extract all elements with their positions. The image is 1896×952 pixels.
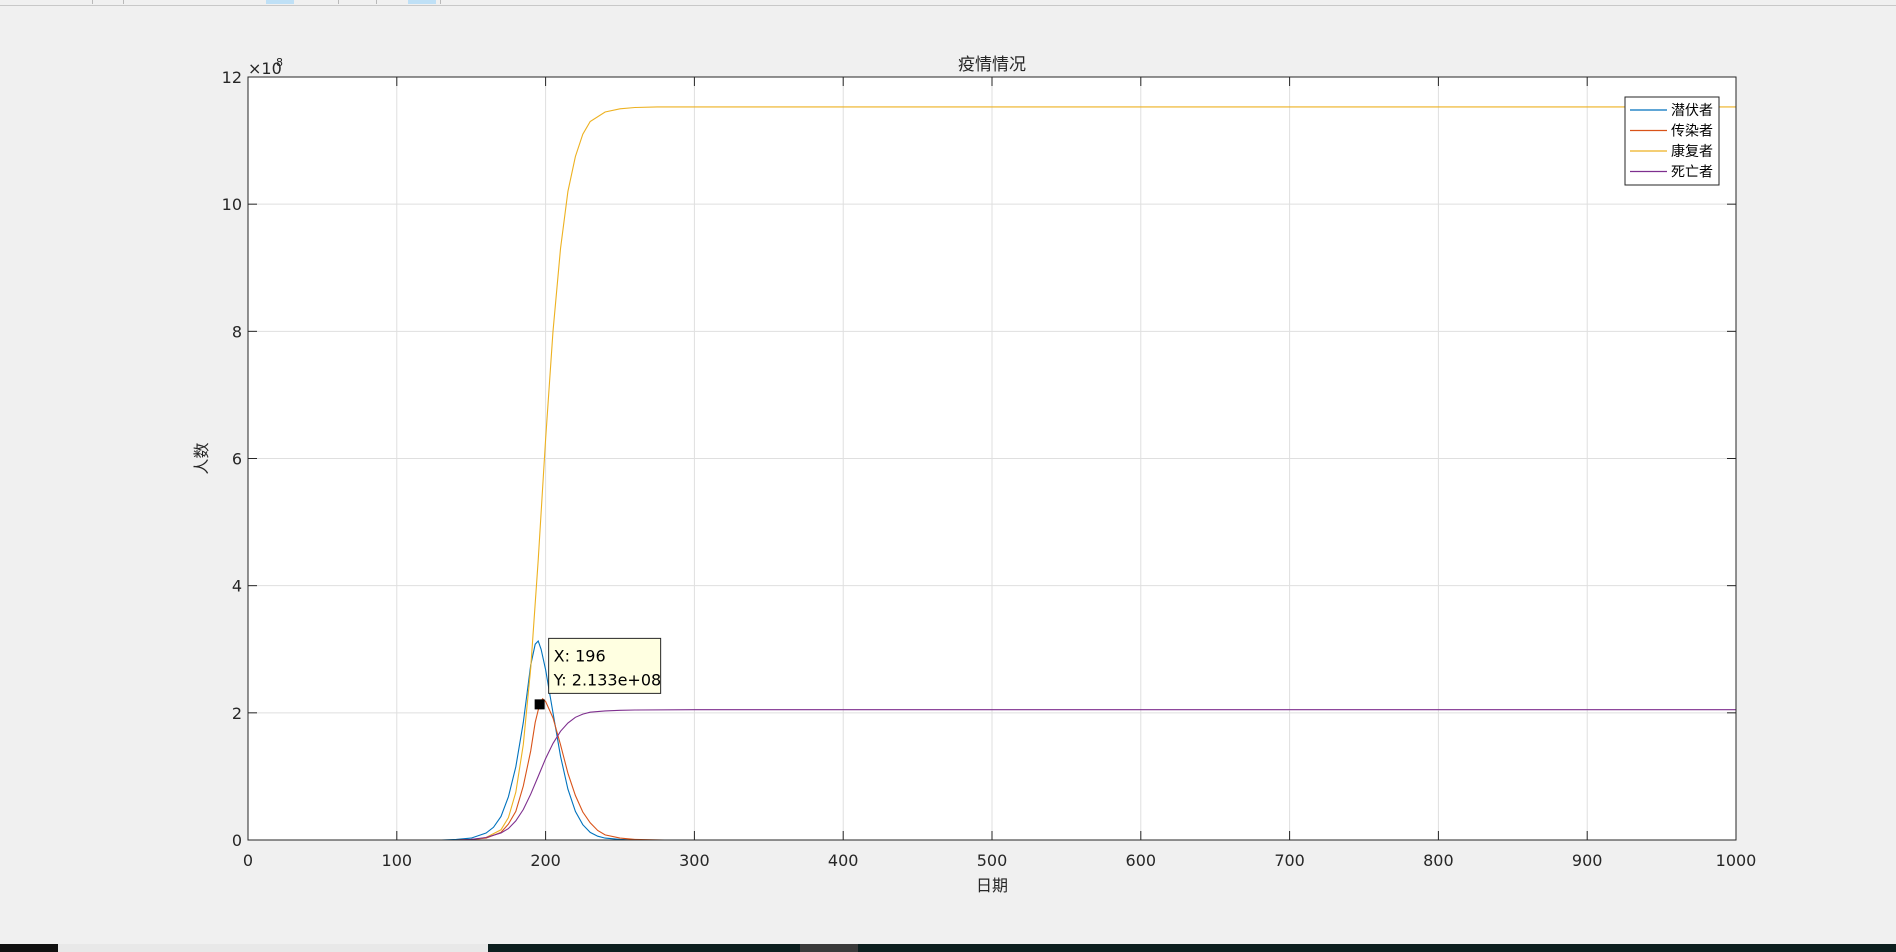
- legend-entry: 潜伏者: [1671, 103, 1713, 119]
- legend[interactable]: 潜伏者传染者康复者死亡者: [1624, 96, 1720, 186]
- y-tick-label: 4: [232, 577, 242, 596]
- toolbar-selected-item[interactable]: [266, 0, 294, 4]
- y-tick-label: 12: [222, 68, 242, 87]
- taskbar-start[interactable]: [0, 944, 58, 952]
- legend-entry: 死亡者: [1671, 165, 1713, 181]
- x-tick-label: 800: [1423, 851, 1454, 870]
- datatip-marker[interactable]: [534, 699, 545, 710]
- x-tick-label: 900: [1572, 851, 1603, 870]
- x-tick-label: 200: [530, 851, 561, 870]
- figure-canvas[interactable]: 0 100 200 300 400 500 600 700 800 900 1000 0 2 4 6 8 10 1…: [0, 6, 1896, 944]
- y-axis-exponent: 8: [276, 56, 283, 69]
- x-tick-label: 300: [679, 851, 710, 870]
- datatip-x-value: X: 196: [554, 646, 606, 665]
- toolbar-tab[interactable]: [0, 0, 93, 4]
- x-tick-label: 600: [1126, 851, 1157, 870]
- taskbar-active-app[interactable]: [800, 944, 858, 952]
- y-tick-label: 2: [232, 704, 242, 723]
- y-tick-label: 0: [232, 831, 242, 850]
- toolbar-tab[interactable]: [400, 0, 441, 4]
- toolbar-tab[interactable]: [340, 0, 377, 4]
- chart-title: 疫情情况: [958, 55, 1026, 75]
- toolbar-tab[interactable]: [93, 0, 124, 4]
- x-tick-label: 500: [977, 851, 1008, 870]
- x-tick-label: 1000: [1716, 851, 1757, 870]
- taskbar: [0, 944, 1896, 952]
- line-chart[interactable]: 0 100 200 300 400 500 600 700 800 900 1000 0 2 4 6 8 10 1…: [0, 6, 1896, 944]
- x-tick-label: 100: [382, 851, 413, 870]
- x-tick-label: 700: [1274, 851, 1305, 870]
- legend-entry: 康复者: [1671, 143, 1713, 160]
- x-tick-label: 0: [243, 851, 253, 870]
- y-tick-label: 6: [232, 450, 242, 469]
- taskbar-search-box[interactable]: [58, 944, 488, 952]
- legend-entry: 传染者: [1671, 124, 1713, 140]
- y-tick-label: 10: [222, 195, 242, 214]
- y-axis-label: 人数: [192, 442, 211, 474]
- y-tick-label: 8: [232, 322, 242, 341]
- x-tick-label: 400: [828, 851, 859, 870]
- datatip-y-value: Y: 2.133e+08: [553, 670, 662, 689]
- toolbar-tab[interactable]: [296, 0, 339, 4]
- x-axis-label: 日期: [976, 876, 1008, 895]
